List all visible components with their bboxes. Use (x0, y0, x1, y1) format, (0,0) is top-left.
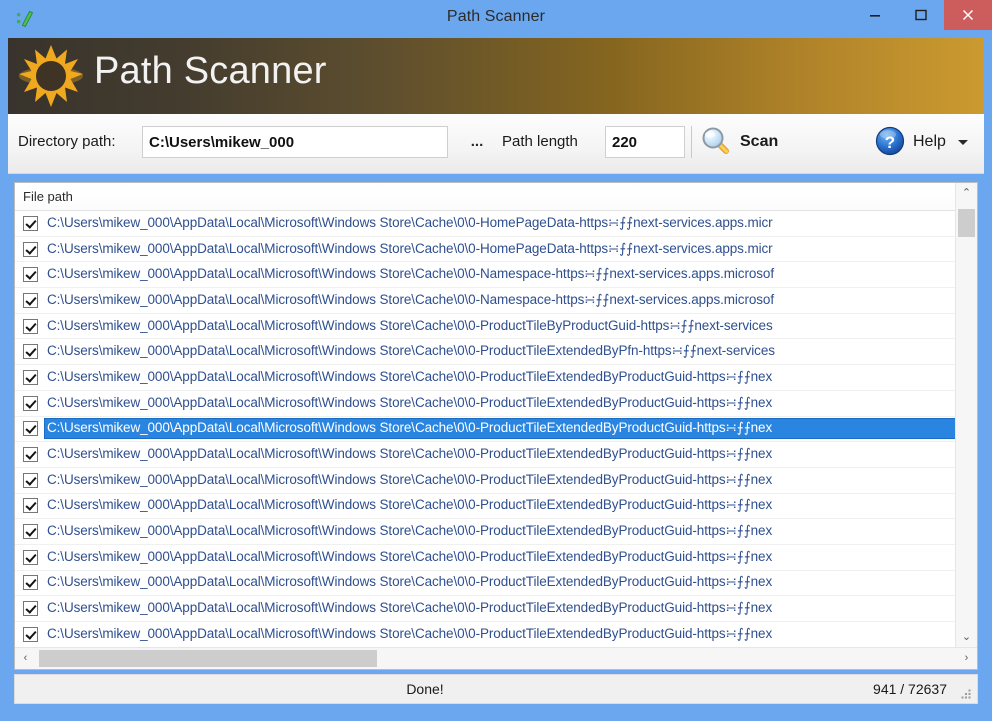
toolbar-separator (691, 126, 692, 158)
row-checkbox[interactable] (23, 627, 38, 642)
title-bar: Path Scanner (0, 0, 992, 38)
table-row[interactable]: C:\Users\mikew_000\AppData\Local\Microso… (15, 262, 955, 288)
sun-burst-icon (18, 43, 84, 109)
row-file-path: C:\Users\mikew_000\AppData\Local\Microso… (45, 471, 955, 490)
banner-title: Path Scanner (94, 50, 327, 93)
table-row[interactable]: C:\Users\mikew_000\AppData\Local\Microso… (15, 314, 955, 340)
close-button[interactable] (944, 0, 992, 30)
row-checkbox[interactable] (23, 498, 38, 513)
horizontal-scrollbar-thumb[interactable] (39, 650, 377, 667)
vertical-scrollbar-thumb[interactable] (958, 209, 975, 237)
row-file-path: C:\Users\mikew_000\AppData\Local\Microso… (45, 394, 955, 413)
row-file-path: C:\Users\mikew_000\AppData\Local\Microso… (45, 342, 955, 361)
row-checkbox[interactable] (23, 550, 38, 565)
vertical-scrollbar[interactable]: ⌃ ⌄ (955, 183, 977, 648)
row-file-path: C:\Users\mikew_000\AppData\Local\Microso… (45, 291, 955, 310)
table-row[interactable]: C:\Users\mikew_000\AppData\Local\Microso… (15, 365, 955, 391)
application-window: Path Scanner Path Scanner (0, 0, 992, 721)
table-row[interactable]: C:\Users\mikew_000\AppData\Local\Microso… (15, 339, 955, 365)
resize-grip-icon[interactable] (960, 687, 972, 699)
row-file-path: C:\Users\mikew_000\AppData\Local\Microso… (45, 265, 955, 284)
toolbar: Directory path: ... Path length (8, 114, 984, 174)
list-rows[interactable]: C:\Users\mikew_000\AppData\Local\Microso… (15, 211, 955, 648)
scroll-right-arrow-icon[interactable]: › (956, 648, 977, 669)
close-icon (961, 8, 975, 22)
file-path-list: File path C:\Users\mikew_000\AppData\Loc… (14, 182, 978, 670)
caret-down-icon[interactable] (958, 140, 968, 145)
row-file-path: C:\Users\mikew_000\AppData\Local\Microso… (45, 625, 955, 644)
row-file-path: C:\Users\mikew_000\AppData\Local\Microso… (45, 419, 955, 438)
table-row[interactable]: C:\Users\mikew_000\AppData\Local\Microso… (15, 596, 955, 622)
table-row[interactable]: C:\Users\mikew_000\AppData\Local\Microso… (15, 237, 955, 263)
horizontal-scrollbar[interactable]: ‹ › (15, 647, 977, 669)
scan-label: Scan (740, 133, 778, 151)
table-row[interactable]: C:\Users\mikew_000\AppData\Local\Microso… (15, 211, 955, 237)
scroll-up-arrow-icon[interactable]: ⌃ (956, 183, 977, 204)
browse-button[interactable]: ... (460, 126, 494, 158)
row-checkbox[interactable] (23, 421, 38, 436)
row-file-path: C:\Users\mikew_000\AppData\Local\Microso… (45, 214, 955, 233)
app-banner: Path Scanner (8, 38, 984, 114)
row-checkbox[interactable] (23, 524, 38, 539)
row-file-path: C:\Users\mikew_000\AppData\Local\Microso… (45, 368, 955, 387)
row-file-path: C:\Users\mikew_000\AppData\Local\Microso… (45, 317, 955, 336)
row-file-path: C:\Users\mikew_000\AppData\Local\Microso… (45, 573, 955, 592)
scroll-left-arrow-icon[interactable]: ‹ (15, 648, 36, 669)
scan-button[interactable]: Scan (700, 123, 784, 161)
directory-path-label: Directory path: (18, 133, 116, 150)
question-circle-icon: ? (874, 125, 906, 160)
magnifier-icon (700, 125, 732, 160)
row-file-path: C:\Users\mikew_000\AppData\Local\Microso… (45, 496, 955, 515)
path-length-input[interactable] (605, 126, 685, 158)
row-file-path: C:\Users\mikew_000\AppData\Local\Microso… (45, 240, 955, 259)
table-row[interactable]: C:\Users\mikew_000\AppData\Local\Microso… (15, 442, 955, 468)
minimize-button[interactable] (852, 0, 898, 30)
status-bar: Done! 941 / 72637 (14, 674, 978, 704)
window-title: Path Scanner (0, 8, 992, 26)
row-checkbox[interactable] (23, 447, 38, 462)
maximize-button[interactable] (898, 0, 944, 30)
row-checkbox[interactable] (23, 601, 38, 616)
help-label: Help (913, 133, 946, 151)
table-row[interactable]: C:\Users\mikew_000\AppData\Local\Microso… (15, 391, 955, 417)
status-count: 941 / 72637 (873, 681, 947, 697)
path-length-label: Path length (502, 133, 578, 150)
svg-text:?: ? (885, 133, 895, 152)
row-checkbox[interactable] (23, 319, 38, 334)
row-checkbox[interactable] (23, 575, 38, 590)
row-checkbox[interactable] (23, 344, 38, 359)
row-file-path: C:\Users\mikew_000\AppData\Local\Microso… (45, 599, 955, 618)
row-checkbox[interactable] (23, 267, 38, 282)
help-button[interactable]: ? Help (874, 123, 968, 161)
row-checkbox[interactable] (23, 370, 38, 385)
maximize-icon (915, 9, 927, 21)
table-row[interactable]: C:\Users\mikew_000\AppData\Local\Microso… (15, 288, 955, 314)
table-row[interactable]: C:\Users\mikew_000\AppData\Local\Microso… (15, 519, 955, 545)
table-row[interactable]: C:\Users\mikew_000\AppData\Local\Microso… (15, 494, 955, 520)
row-checkbox[interactable] (23, 242, 38, 257)
table-row[interactable]: C:\Users\mikew_000\AppData\Local\Microso… (15, 622, 955, 648)
table-row[interactable]: C:\Users\mikew_000\AppData\Local\Microso… (15, 468, 955, 494)
row-checkbox[interactable] (23, 216, 38, 231)
row-checkbox[interactable] (23, 473, 38, 488)
table-row[interactable]: C:\Users\mikew_000\AppData\Local\Microso… (15, 571, 955, 597)
row-file-path: C:\Users\mikew_000\AppData\Local\Microso… (45, 548, 955, 567)
scroll-down-arrow-icon[interactable]: ⌄ (956, 627, 977, 648)
directory-path-input[interactable] (142, 126, 448, 158)
table-row[interactable]: C:\Users\mikew_000\AppData\Local\Microso… (15, 545, 955, 571)
minimize-icon (869, 9, 881, 21)
status-message: Done! (15, 681, 835, 697)
row-file-path: C:\Users\mikew_000\AppData\Local\Microso… (45, 445, 955, 464)
row-checkbox[interactable] (23, 396, 38, 411)
table-row[interactable]: C:\Users\mikew_000\AppData\Local\Microso… (15, 417, 955, 443)
row-checkbox[interactable] (23, 293, 38, 308)
column-header[interactable]: File path (15, 183, 977, 211)
row-file-path: C:\Users\mikew_000\AppData\Local\Microso… (45, 522, 955, 541)
column-header-file-path: File path (23, 189, 73, 204)
